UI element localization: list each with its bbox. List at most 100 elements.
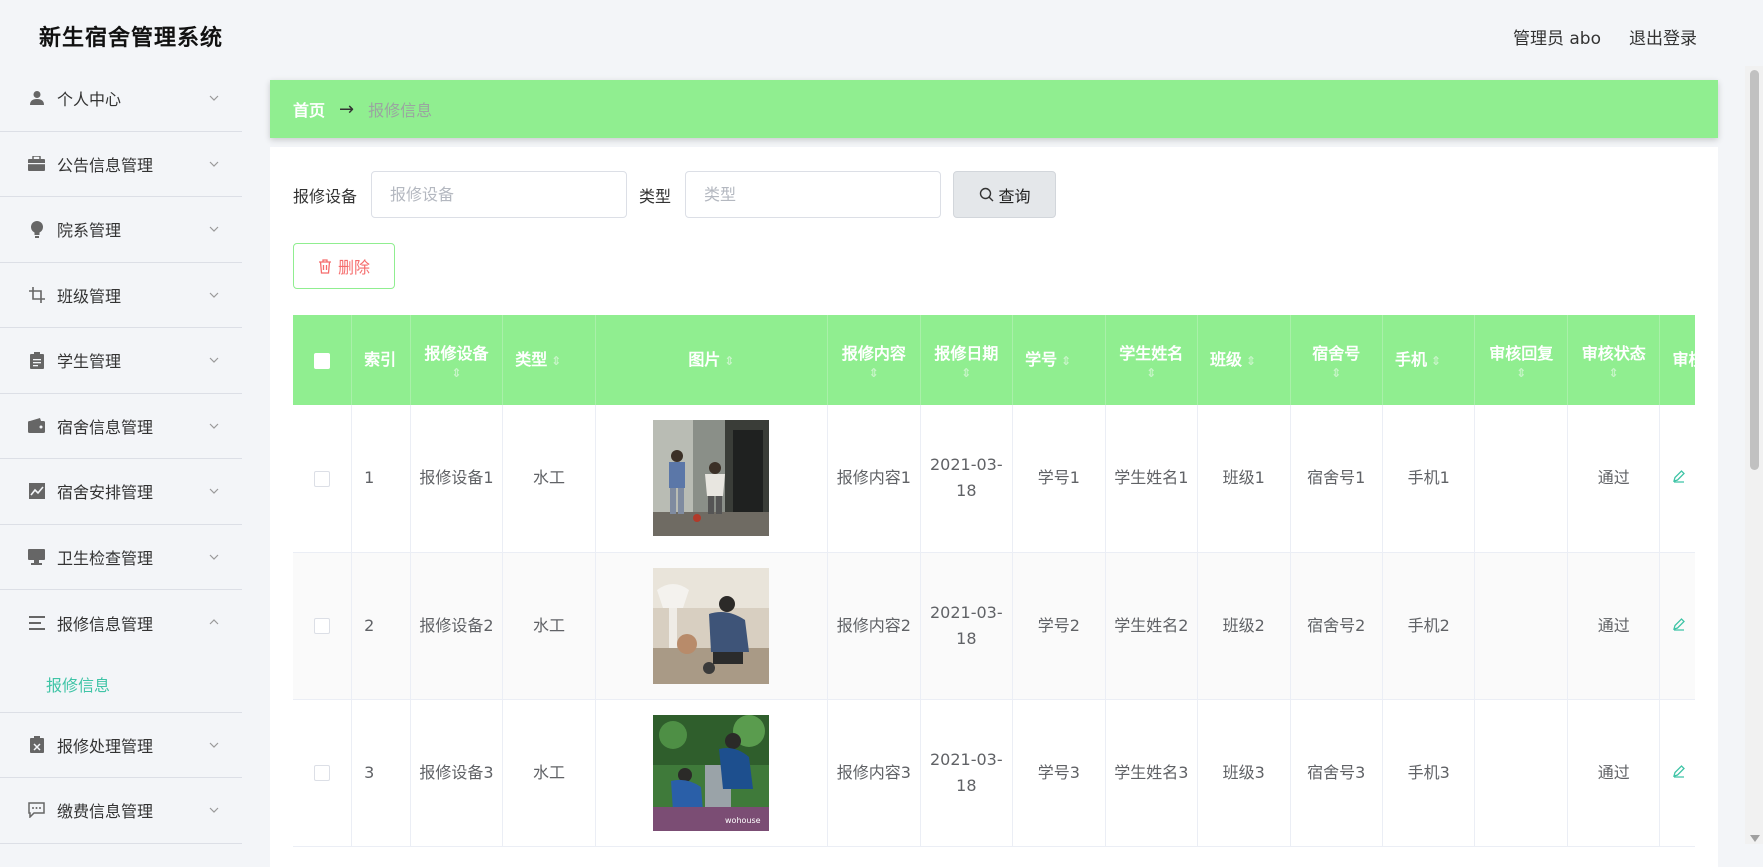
cell-reply <box>1474 552 1568 700</box>
sidebar-item-notices[interactable]: 公告信息管理 <box>0 132 242 197</box>
sidebar-item-label: 宿舍信息管理 <box>57 417 154 437</box>
query-button[interactable]: 查询 <box>953 171 1057 218</box>
sidebar-item-repair-handling[interactable]: 报修处理管理 <box>0 713 242 778</box>
cell-student-no: 学号3 <box>1012 699 1106 847</box>
column-header-class[interactable]: 班级 ⇕ <box>1197 315 1291 405</box>
sort-icon[interactable]: ⇕ <box>1112 367 1191 379</box>
sidebar-item-personal-center[interactable]: 个人中心 <box>0 66 242 132</box>
column-header-type[interactable]: 类型 ⇕ <box>502 315 596 405</box>
sidebar-item-label: 院系管理 <box>57 221 122 241</box>
sort-icon[interactable]: ⇕ <box>834 367 913 379</box>
user-icon <box>28 90 45 107</box>
edit-icon[interactable] <box>1672 469 1686 483</box>
sidebar-item-students[interactable]: 学生管理 <box>0 328 242 394</box>
sort-icon[interactable]: ⇕ <box>1431 354 1441 368</box>
cell-type: 水工 <box>502 699 596 847</box>
column-header-index: 索引 <box>351 315 411 405</box>
scrollbar-thumb[interactable] <box>1750 70 1759 470</box>
chevron-down-icon <box>209 554 219 560</box>
column-header-label: 类型 <box>515 349 548 369</box>
edit-icon[interactable] <box>1672 617 1686 631</box>
cell-device: 报修设备2 <box>410 552 504 700</box>
sort-icon[interactable]: ⇕ <box>417 367 496 379</box>
breadcrumb-home[interactable]: 首页 <box>293 97 325 121</box>
sidebar: 个人中心 公告信息管理 院系管理 班级管理 学生管理 宿舍信息管理 宿舍安排管理… <box>0 66 242 844</box>
chevron-down-icon <box>209 292 219 298</box>
column-header-student-no[interactable]: 学号 ⇕ <box>1012 315 1106 405</box>
select-all-cell <box>293 315 353 405</box>
sidebar-subitem-repair-info[interactable]: 报修信息 <box>0 656 242 713</box>
column-header-image[interactable]: 图片 ⇕ <box>595 315 829 405</box>
sort-icon[interactable]: ⇕ <box>724 354 734 368</box>
sidebar-item-departments[interactable]: 院系管理 <box>0 197 242 263</box>
column-header-label: 手机 <box>1395 349 1428 369</box>
sort-icon[interactable]: ⇕ <box>1246 354 1256 368</box>
table-row: 2 报修设备2 水工 报修内容2 2021-03-18 学号2 学生姓名2 班级… <box>293 552 1695 700</box>
delete-button[interactable]: 删除 <box>293 243 395 289</box>
column-header-review: 审核 <box>1659 315 1695 405</box>
column-header-student-name[interactable]: 学生姓名 ⇕ <box>1105 315 1199 405</box>
column-header-reply[interactable]: 审核回复 ⇕ <box>1474 315 1568 405</box>
chevron-down-icon <box>209 226 219 232</box>
column-header-phone[interactable]: 手机 ⇕ <box>1382 315 1476 405</box>
cell-review <box>1659 699 1695 847</box>
cell-dorm: 宿舍号1 <box>1290 405 1384 553</box>
column-header-label: 审核回复 <box>1489 344 1554 363</box>
sort-icon[interactable]: ⇕ <box>1061 354 1071 368</box>
column-header-status[interactable]: 审核状态 ⇕ <box>1567 315 1661 405</box>
cell-image <box>595 405 829 553</box>
sidebar-item-classes[interactable]: 班级管理 <box>0 263 242 328</box>
page-scrollbar[interactable] <box>1745 66 1763 844</box>
column-header-device[interactable]: 报修设备 ⇕ <box>410 315 504 405</box>
row-checkbox-cell <box>293 405 353 553</box>
cell-phone: 手机2 <box>1382 552 1476 700</box>
content-panel: 报修设备 类型 查询 删除 索引 报修设备 <box>270 147 1718 867</box>
column-header-content[interactable]: 报修内容 ⇕ <box>827 315 921 405</box>
cell-status: 通过 <box>1567 405 1661 553</box>
scroll-down-arrow-icon[interactable] <box>1750 835 1760 842</box>
user-label[interactable]: 管理员 abo <box>1513 24 1601 49</box>
wallet-icon <box>28 417 45 434</box>
edit-icon[interactable] <box>1672 764 1686 778</box>
breadcrumb-current: 报修信息 <box>368 101 433 120</box>
query-button-label: 查询 <box>998 186 1031 206</box>
select-all-checkbox[interactable] <box>314 352 331 369</box>
app-title: 新生宿舍管理系统 <box>39 26 224 51</box>
row-checkbox-cell <box>293 699 353 847</box>
cell-reply <box>1474 699 1568 847</box>
sidebar-item-payments[interactable]: 缴费信息管理 <box>0 778 242 844</box>
sort-icon[interactable]: ⇕ <box>1297 367 1376 379</box>
sidebar-item-label: 公告信息管理 <box>57 155 154 175</box>
sidebar-item-repair-info[interactable]: 报修信息管理 <box>0 590 242 656</box>
sort-icon[interactable]: ⇕ <box>551 354 561 368</box>
chart-icon <box>28 483 45 500</box>
cell-review <box>1659 552 1695 700</box>
cell-index: 3 <box>351 699 411 847</box>
chevron-down-icon <box>209 423 219 429</box>
row-checkbox[interactable] <box>314 618 331 634</box>
sidebar-item-label: 宿舍安排管理 <box>57 483 154 503</box>
logout-button[interactable]: 退出登录 <box>1629 24 1697 49</box>
cell-dorm: 宿舍号2 <box>1290 552 1384 700</box>
type-search-input[interactable] <box>685 171 942 218</box>
sort-icon[interactable]: ⇕ <box>927 367 1006 379</box>
cell-device: 报修设备1 <box>410 405 504 553</box>
column-header-date[interactable]: 报修日期 ⇕ <box>920 315 1014 405</box>
repair-photo[interactable]: wohouse <box>653 714 770 831</box>
row-checkbox[interactable] <box>314 765 331 781</box>
device-search-input[interactable] <box>371 171 628 218</box>
repair-photo[interactable] <box>653 420 770 537</box>
sort-icon[interactable]: ⇕ <box>1481 367 1560 379</box>
sidebar-item-dorm-arrangement[interactable]: 宿舍安排管理 <box>0 459 242 525</box>
sidebar-item-hygiene[interactable]: 卫生检查管理 <box>0 525 242 590</box>
column-header-dorm[interactable]: 宿舍号 ⇕ <box>1290 315 1384 405</box>
sort-icon[interactable]: ⇕ <box>1574 367 1653 379</box>
column-header-label: 宿舍号 <box>1312 344 1361 363</box>
row-checkbox[interactable] <box>314 470 331 487</box>
lightbulb-icon <box>28 220 45 238</box>
cell-date: 2021-03-18 <box>920 552 1014 700</box>
sidebar-item-dorm-info[interactable]: 宿舍信息管理 <box>0 394 242 459</box>
repair-photo[interactable] <box>653 567 770 684</box>
user-area: 管理员 abo 退出登录 <box>1513 24 1697 49</box>
table-row: 3 报修设备3 水工 wohouse 报修内容3 2021-03-18 学号3 … <box>293 699 1695 847</box>
